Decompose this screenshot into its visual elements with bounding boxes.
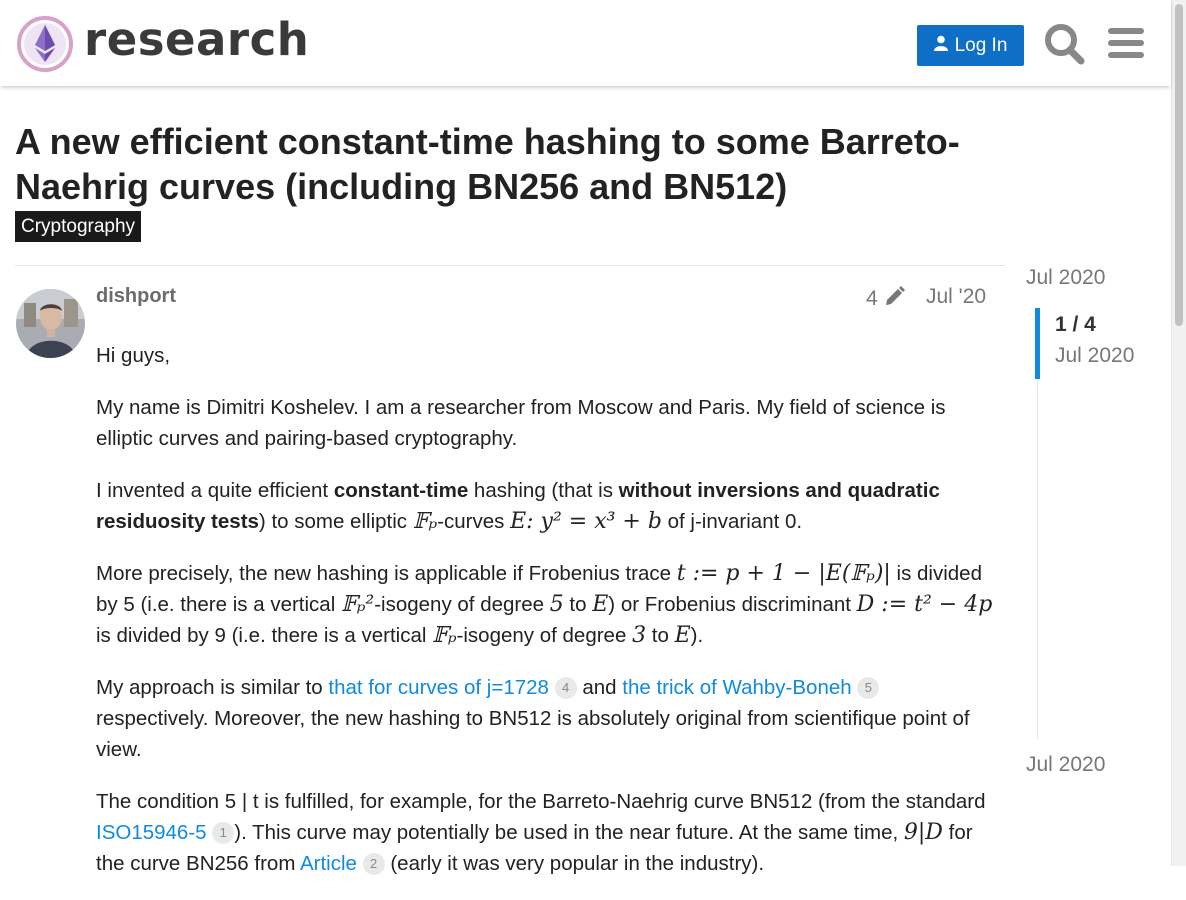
timeline-handle-date: Jul 2020 [1055,344,1135,367]
post-paragraph: My name is Dimitri Koshelev. I am a rese… [96,396,946,450]
timeline-post-counter[interactable]: 1 / 4 [1055,313,1096,337]
ethereum-logo[interactable] [16,15,74,73]
text-span: -isogeny of degree [456,624,633,647]
post-paragraph: My approach is similar to that for curve… [96,672,996,765]
math-formula: 𝔽ₚ [412,509,438,534]
text-span: (early it was very popular in the indust… [384,852,765,875]
math-formula: E: y² = x³ + b [510,509,662,534]
link-iso15946-5[interactable]: ISO15946-5 [96,821,207,844]
text-span: The condition 5 | t is fulfilled, for ex… [96,790,986,813]
link-wahby-boneh[interactable]: the trick of Wahby-Boneh [622,676,851,699]
topic-title[interactable]: A new efficient constant-time hashing to… [15,119,1025,209]
timeline-handle[interactable] [1035,308,1040,379]
text-span: and [576,676,623,699]
math-formula: t := p + 1 − |E(𝔽ₚ)| [676,561,891,586]
pencil-icon [884,285,906,313]
edit-history-button[interactable]: 4 [866,285,906,313]
math-formula: 𝔽ₚ [432,623,457,648]
post-paragraph: More precisely, the new hashing is appli… [96,558,996,651]
math-formula: 𝔽ₚ² [340,592,375,617]
link-click-count: 2 [362,853,385,875]
text-span: hashing (that is [468,479,619,502]
post-paragraph: Hi guys, [96,344,171,367]
text-span: is divided by 9 (i.e. there is a vertica… [96,624,433,647]
timeline-end-date[interactable]: Jul 2020 [1026,753,1105,777]
text-span: More precisely, the new hashing is appli… [96,562,677,585]
site-header: research Log In [0,0,1171,86]
site-name[interactable]: research [84,13,309,66]
timeline-start-date[interactable]: Jul 2020 [1026,266,1105,290]
log-in-button[interactable]: Log In [917,25,1024,66]
text-span: -curves [437,510,511,533]
text-span: My approach is similar to [96,676,329,699]
text-span: ) or Frobenius discriminant [608,593,857,616]
search-icon [1043,24,1087,70]
link-curves-j1728[interactable]: that for curves of j=1728 [328,676,549,699]
link-click-count: 1 [212,822,235,844]
math-formula: 5 [549,592,564,617]
math-formula: E [592,592,609,617]
math-formula: D := t² − 4p [856,592,993,617]
link-article[interactable]: Article [300,852,357,875]
text-span: to [563,593,593,616]
math-formula: E [674,623,691,648]
avatar[interactable] [16,289,85,358]
text-span: ). This curve may potentially be used in… [234,821,904,844]
post-paragraph: I invented a quite efficient constant-ti… [96,475,996,537]
post-paragraph: The condition 5 | t is fulfilled, for ex… [96,786,996,879]
post-date[interactable]: Jul '20 [926,285,986,309]
person-icon [933,35,948,57]
bold-text: constant-time [333,479,469,502]
divider [15,265,1005,266]
text-span: -isogeny of degree [374,593,550,616]
scrollbar-thumb[interactable] [1175,4,1183,326]
math-formula: 9|D [903,820,943,845]
math-formula: 3 [632,623,647,648]
post-body: Hi guys, My name is Dimitri Koshelev. I … [96,340,996,900]
link-click-count: 5 [857,677,880,699]
text-span: I invented a quite efficient [96,479,334,502]
hamburger-menu-button[interactable] [1104,20,1148,66]
post-username[interactable]: dishport [96,285,176,308]
page-scrollbar[interactable] [1171,0,1186,866]
text-span: of j-invariant 0. [661,510,803,533]
edit-count: 4 [866,287,878,310]
log-in-label: Log In [954,34,1008,56]
link-click-count: 4 [554,677,577,699]
text-span: ) to some elliptic [258,510,413,533]
text-span: ). [690,624,704,647]
hamburger-menu-icon [1104,28,1148,70]
category-badge[interactable]: Cryptography [15,211,142,242]
search-button[interactable] [1043,20,1087,66]
text-span: to [646,624,675,647]
text-span: respectively. Moreover, the new hashing … [96,707,970,761]
